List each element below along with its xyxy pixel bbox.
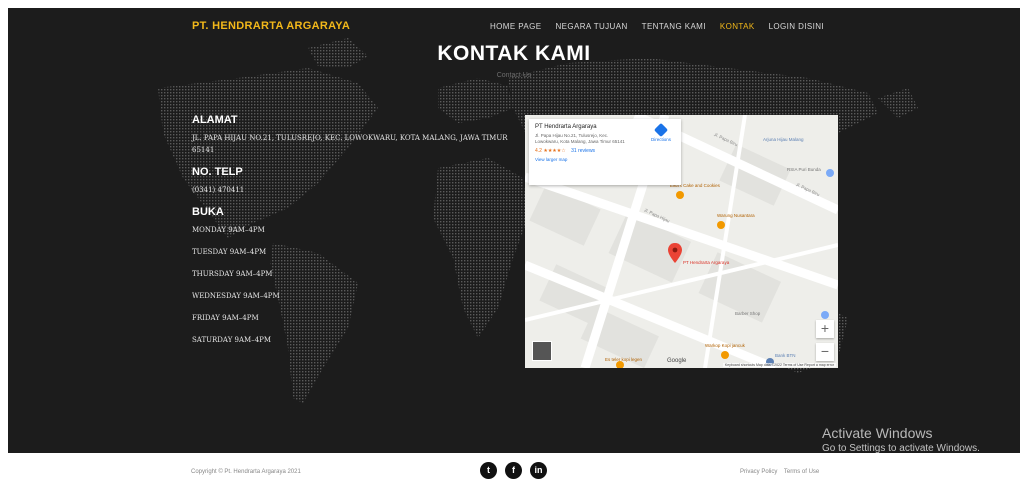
main-nav: HOME PAGE NEGARA TUJUAN TENTANG KAMI KON…	[490, 22, 838, 31]
hours-thursday: THURSDAY 9AM–4PM	[192, 270, 273, 278]
footer-links: Privacy Policy Terms of Use	[740, 469, 824, 475]
view-larger-map-link[interactable]: View larger map	[535, 157, 675, 162]
satellite-toggle[interactable]	[532, 341, 552, 361]
windows-watermark-title: Activate Windows	[822, 425, 933, 441]
opening-hours: BUKA MONDAY 9AM–4PM TUESDAY 9AM–4PM THUR…	[192, 206, 512, 346]
directions-label: Directions	[650, 137, 671, 142]
phone-text: (0341) 470411	[192, 186, 245, 194]
page-frame: PT. HENDRARTA ARGARAYA HOME PAGE NEGARA …	[8, 8, 1020, 453]
linkedin-icon[interactable]: in	[530, 462, 547, 479]
nav-tentang-kami[interactable]: TENTANG KAMI	[642, 22, 706, 31]
hours-tuesday: TUESDAY 9AM–4PM	[192, 248, 267, 256]
hours-heading: BUKA	[192, 206, 224, 218]
hours-monday: MONDAY 9AM–4PM	[192, 226, 265, 234]
address-heading: ALAMAT	[192, 114, 238, 126]
nav-negara-tujuan[interactable]: NEGARA TUJUAN	[555, 22, 627, 31]
hours-wednesday: WEDNESDAY 9AM–4PM	[192, 292, 280, 300]
poi-label: Bank BTN	[775, 353, 796, 358]
zoom-out-button[interactable]: −	[816, 343, 834, 361]
nav-login[interactable]: LOGIN DISINI	[769, 22, 824, 31]
facebook-icon[interactable]: f	[505, 462, 522, 479]
embedded-map[interactable]: PT Hendrarta Argaraya Arjuna Hijau Malan…	[525, 115, 838, 368]
map-legal-links[interactable]: Keyboard shortcuts Map data ©2022 Terms …	[722, 363, 836, 367]
poi-label: Arjuna Hijau Malang	[763, 137, 804, 142]
directions-button[interactable]: Directions	[649, 122, 673, 142]
phone-heading: NO. TELP	[192, 166, 243, 178]
poi-label: RSIA Puri Bunda	[787, 167, 821, 172]
place-address: Jl. Papa Hijau No.21, Tulusrejo, Kec. Lo…	[535, 133, 625, 144]
zoom-in-button[interactable]: +	[816, 320, 834, 338]
reviews-link[interactable]: 31 reviews	[571, 148, 595, 154]
footer-copyright: Copyright © Pt. Hendrarta Argaraya 2021	[191, 469, 301, 475]
page-title: KONTAK KAMI	[437, 42, 591, 65]
brand-logo[interactable]: PT. HENDRARTA ARGARAYA	[192, 20, 350, 32]
privacy-policy-link[interactable]: Privacy Policy	[740, 469, 777, 475]
page-subtitle: Contact Us	[496, 72, 532, 79]
hours-saturday: SATURDAY 9AM–4PM	[192, 336, 272, 344]
address-text: JL. PAPA HIJAU NO.21, TULUSREJO, KEC. LO…	[192, 134, 508, 154]
twitter-icon[interactable]: t	[480, 462, 497, 479]
poi-label: Warung Nusantara	[717, 213, 755, 218]
rating-value: 4.2	[535, 148, 542, 154]
poi-label: Es teler kopi legen	[605, 357, 643, 362]
footer-social: t f in	[480, 462, 547, 479]
windows-watermark-subtitle: Go to Settings to activate Windows.	[822, 443, 980, 454]
pin-label: PT Hendrarta Argaraya	[683, 260, 730, 265]
contact-info: ALAMAT JL. PAPA HIJAU NO.21, TULUSREJO, …	[192, 114, 512, 356]
poi-label: Barber Shop	[735, 311, 761, 316]
hours-friday: FRIDAY 9AM–4PM	[192, 314, 259, 322]
place-rating: 4.2 ★★★★☆ 31 reviews	[535, 148, 675, 154]
nav-home[interactable]: HOME PAGE	[490, 22, 541, 31]
google-logo: Google	[667, 358, 687, 364]
poi-label: Warkop Kopi jancuk	[705, 343, 745, 348]
terms-of-use-link[interactable]: Terms of Use	[784, 469, 819, 475]
star-rating-icon: ★★★★☆	[543, 148, 566, 154]
directions-icon	[653, 122, 669, 138]
nav-kontak[interactable]: KONTAK	[720, 22, 755, 31]
place-card: PT Hendrarta Argaraya Jl. Papa Hijau No.…	[529, 119, 681, 185]
